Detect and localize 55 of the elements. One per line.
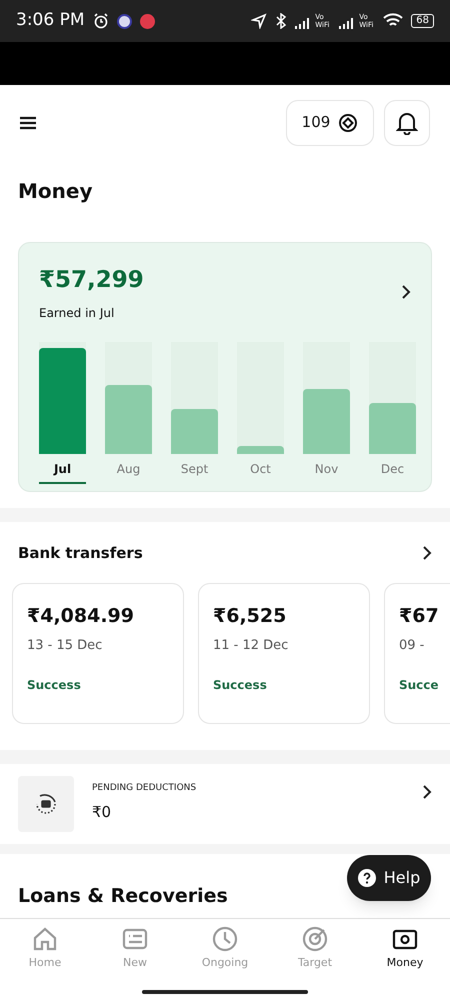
help-button[interactable]: Help <box>347 855 431 901</box>
app-notification-icon <box>140 14 154 28</box>
transfer-dates: 09 - <box>399 637 426 655</box>
status-time: 3:06 PM <box>16 9 84 32</box>
menu-icon[interactable] <box>20 116 36 130</box>
earnings-caption: Earned in Jul <box>39 304 116 322</box>
transfer-card[interactable]: ₹4,084.99 13 - 15 Dec Success <box>12 582 184 724</box>
nav-tab[interactable]: Money <box>360 925 450 972</box>
chevron-right-icon[interactable] <box>422 784 432 800</box>
battery-indicator: 68 <box>411 14 434 28</box>
month-tab[interactable]: Sept <box>171 460 218 484</box>
nav-tab[interactable]: Target <box>270 925 360 972</box>
transfer-dates: 11 - 12 Dec <box>213 637 290 655</box>
section-title: Loans & Recoveries <box>18 884 228 906</box>
page-title: Money <box>18 178 94 205</box>
transfer-status: Succe <box>399 676 440 694</box>
month-bar[interactable] <box>105 385 152 454</box>
home-icon <box>31 925 59 953</box>
transfer-amount: ₹67 <box>399 604 440 628</box>
transfer-status: Success <box>213 676 268 694</box>
app-notification-icon <box>116 14 132 28</box>
transfer-amount: ₹4,084.99 <box>27 604 135 628</box>
transfer-dates: 13 - 15 Dec <box>27 637 104 655</box>
earnings-amount: ₹57,299 <box>39 266 145 295</box>
transfer-card[interactable]: ₹6,525 11 - 12 Dec Success <box>198 582 370 724</box>
transfer-card[interactable]: ₹67 09 - Succe <box>384 582 450 724</box>
section-title: Bank transfers <box>18 543 144 564</box>
month-bar[interactable] <box>237 446 284 454</box>
chevron-right-icon[interactable] <box>422 545 432 562</box>
nav-tab[interactable]: Home <box>0 925 90 972</box>
notifications-button[interactable] <box>384 100 430 146</box>
nav-tab[interactable]: New <box>90 925 180 972</box>
chevron-right-icon[interactable] <box>401 284 411 300</box>
clock-icon <box>211 925 239 953</box>
month-tab[interactable]: Nov <box>303 460 350 484</box>
nav-tab[interactable]: Ongoing <box>180 925 270 972</box>
coins-button[interactable]: 109 <box>286 100 374 146</box>
month-bar[interactable] <box>303 388 350 454</box>
bluetooth-icon <box>275 13 288 29</box>
bell-icon <box>396 110 418 134</box>
question-icon <box>358 869 376 887</box>
transfer-status: Success <box>27 676 82 694</box>
location-icon <box>251 13 268 29</box>
coin-icon <box>338 112 358 132</box>
month-tab[interactable]: Aug <box>105 460 152 484</box>
month-bar[interactable] <box>171 408 218 454</box>
month-tab[interactable]: Oct <box>237 460 284 484</box>
transfer-amount: ₹6,525 <box>213 604 288 628</box>
month-bar[interactable] <box>369 403 416 454</box>
target-icon <box>301 925 329 953</box>
deductions-amount: ₹0 <box>92 802 112 823</box>
deductions-label: PENDING DEDUCTIONS <box>92 782 198 794</box>
alarm-icon <box>92 13 108 29</box>
month-tab[interactable]: Jul <box>39 460 86 484</box>
month-tab[interactable]: Dec <box>369 460 416 484</box>
